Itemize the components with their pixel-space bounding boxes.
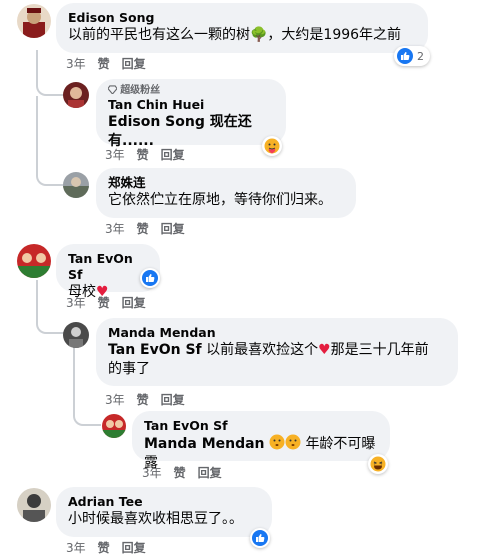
care-reaction-icon [264,138,280,154]
reaction-count[interactable]: 2 [394,46,430,66]
thread-line [36,96,66,186]
like-button[interactable]: 赞 [98,296,110,310]
comment-age[interactable]: 3年 [105,393,125,407]
like-button[interactable]: 赞 [137,148,149,162]
thread-line [36,50,66,96]
comment-author[interactable]: 郑姝连 [108,175,344,191]
like-button[interactable]: 赞 [98,541,110,555]
reaction-icon[interactable] [140,268,160,288]
comment-author[interactable]: Tan EvOn Sf [68,251,148,283]
comment-actions: 3年赞回复 [105,393,197,407]
comment-bubble: Manda Mendan Tan EvOn Sf 以前最喜欢捡这个♥那是三十几年… [96,318,458,386]
avatar[interactable] [102,414,126,438]
comment-bubble: Tan EvOn Sf Manda Mendan 年龄不可曝露 [132,411,390,471]
reply-button[interactable]: 回复 [198,466,222,480]
thread-line [36,280,66,334]
reaction-count-text: 2 [417,49,424,63]
comment-age[interactable]: 3年 [66,296,86,310]
comment-author[interactable]: Edison Song [68,10,416,26]
comment-bubble: 郑姝连 它依然伫立在原地，等待你们归来。 [96,168,356,218]
comment-age[interactable]: 3年 [142,466,162,480]
top-fan-badge: 超级粉丝 [107,84,274,97]
like-button[interactable]: 赞 [174,466,186,480]
avatar[interactable] [17,488,51,522]
reaction-icon[interactable] [250,528,270,548]
comment-text: 它依然伫立在原地，等待你们归来。 [108,192,332,208]
comment-author[interactable]: Tan EvOn Sf [144,418,378,434]
comment-actions: 3年赞回复 [66,296,158,310]
avatar[interactable] [63,82,89,108]
reply-button[interactable]: 回复 [122,296,146,310]
comment-author[interactable]: Adrian Tee [68,494,260,510]
comment-text: 小时候最喜欢收相思豆了。。 [68,511,243,527]
haha-reaction-icon [370,456,386,472]
like-button[interactable]: 赞 [137,393,149,407]
comment-bubble: 超级粉丝 Tan Chin Huei Edison Song 现在还有.....… [96,79,286,149]
heart-emoji-icon: ♥ [318,342,331,358]
reaction-icon[interactable] [368,454,388,474]
comment-bubble: Edison Song 以前的平民也有这么一颗的树🌳，大约是1996年之前 [56,3,428,53]
like-reaction-icon [252,530,268,546]
comment-actions: 3年赞回复 [105,148,197,162]
comment-text: 以前的平民也有这么一颗的树🌳，大约是1996年之前 [68,27,402,43]
reply-button[interactable]: 回复 [161,222,185,236]
mention-link[interactable]: Tan EvOn Sf [108,342,202,358]
comment-author[interactable]: Manda Mendan [108,325,446,341]
like-button[interactable]: 赞 [137,222,149,236]
comment-age[interactable]: 3年 [66,541,86,555]
comment-text: 以前最喜欢捡这个 [201,342,319,358]
avatar[interactable] [17,244,51,278]
shushing-face-emoji-icon [269,434,285,450]
comment-age[interactable]: 3年 [66,57,86,71]
comment-actions: 3年赞回复 [105,222,197,236]
like-button[interactable]: 赞 [98,57,110,71]
reply-button[interactable]: 回复 [122,541,146,555]
comment-age[interactable]: 3年 [105,222,125,236]
avatar[interactable] [63,322,89,348]
avatar[interactable] [63,172,89,198]
comment-actions: 3年赞回复 [142,466,234,480]
reaction-icon[interactable] [262,136,282,156]
diamond-icon [107,85,118,95]
reply-button[interactable]: 回复 [161,148,185,162]
like-reaction-icon [397,48,413,64]
comment-text: 那是三十几年前 [330,342,429,358]
reply-button[interactable]: 回复 [161,393,185,407]
badge-label: 超级粉丝 [120,85,161,96]
comment-actions: 3年赞回复 [66,541,158,555]
comment-author[interactable]: Tan Chin Huei [108,97,274,113]
comment-bubble: Adrian Tee 小时候最喜欢收相思豆了。。 [56,487,272,537]
mention-link[interactable]: Manda Mendan [144,436,265,452]
comment-text: Edison Song 现在还有...... [108,114,252,149]
comment-age[interactable]: 3年 [105,148,125,162]
comment-text: 的事了 [108,361,150,377]
like-reaction-icon [142,270,158,286]
shushing-face-emoji-icon [285,434,301,450]
avatar[interactable] [17,4,51,38]
reply-button[interactable]: 回复 [122,57,146,71]
comment-actions: 3年赞回复 [66,57,158,71]
